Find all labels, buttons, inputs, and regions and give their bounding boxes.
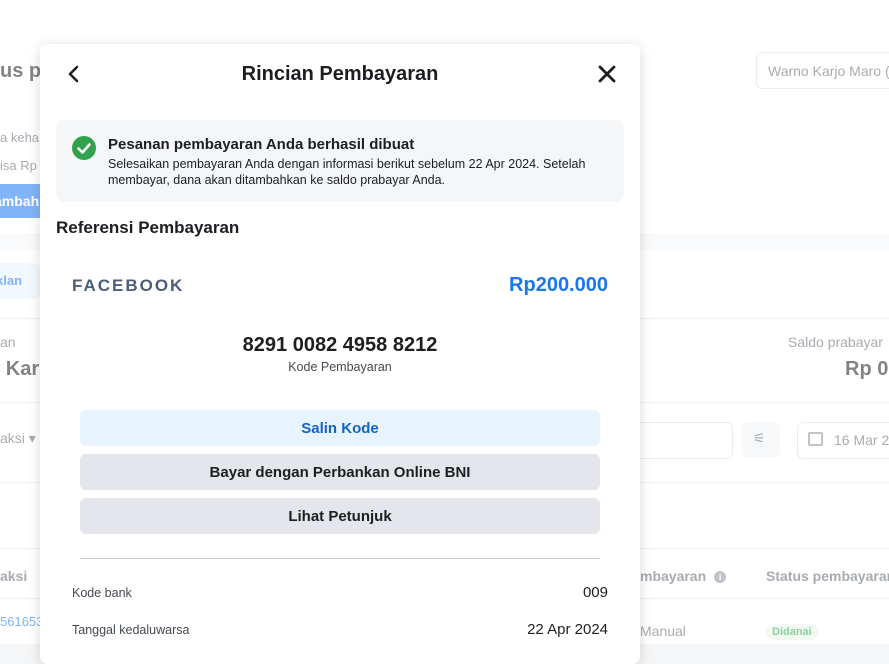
divider (80, 558, 600, 559)
expiry-date-value: 22 Apr 2024 (527, 621, 608, 638)
close-button[interactable] (596, 62, 618, 86)
payment-amount: Rp200.000 (509, 274, 608, 296)
expiry-date-label: Tanggal kedaluwarsa (72, 623, 190, 637)
payment-code-label: Kode Pembayaran (288, 360, 392, 374)
banner-description: Selesaikan pembayaran Anda dengan inform… (108, 157, 586, 187)
copy-code-button[interactable]: Salin Kode (80, 410, 600, 446)
bank-code-value: 009 (582, 584, 608, 601)
banner-title: Pesanan pembayaran Anda berhasil dibuat (108, 136, 415, 153)
facebook-logo: FACEBOOK (72, 276, 185, 295)
payment-code: 8291 0082 4958 8212 (242, 334, 438, 356)
bank-code-label: Kode bank (72, 586, 132, 600)
payment-details-modal: Rincian Pembayaran Pesanan pembayaran An… (40, 44, 640, 664)
check-circle-icon (72, 136, 96, 160)
payment-reference-heading: Referensi Pembayaran (56, 218, 240, 237)
close-icon (598, 65, 616, 83)
pay-bni-online-button[interactable]: Bayar dengan Perbankan Online BNI (80, 454, 600, 490)
modal-title: Rincian Pembayaran (241, 63, 439, 85)
view-instructions-button[interactable]: Lihat Petunjuk (80, 498, 600, 534)
success-banner: Pesanan pembayaran Anda berhasil dibuat … (56, 120, 624, 202)
